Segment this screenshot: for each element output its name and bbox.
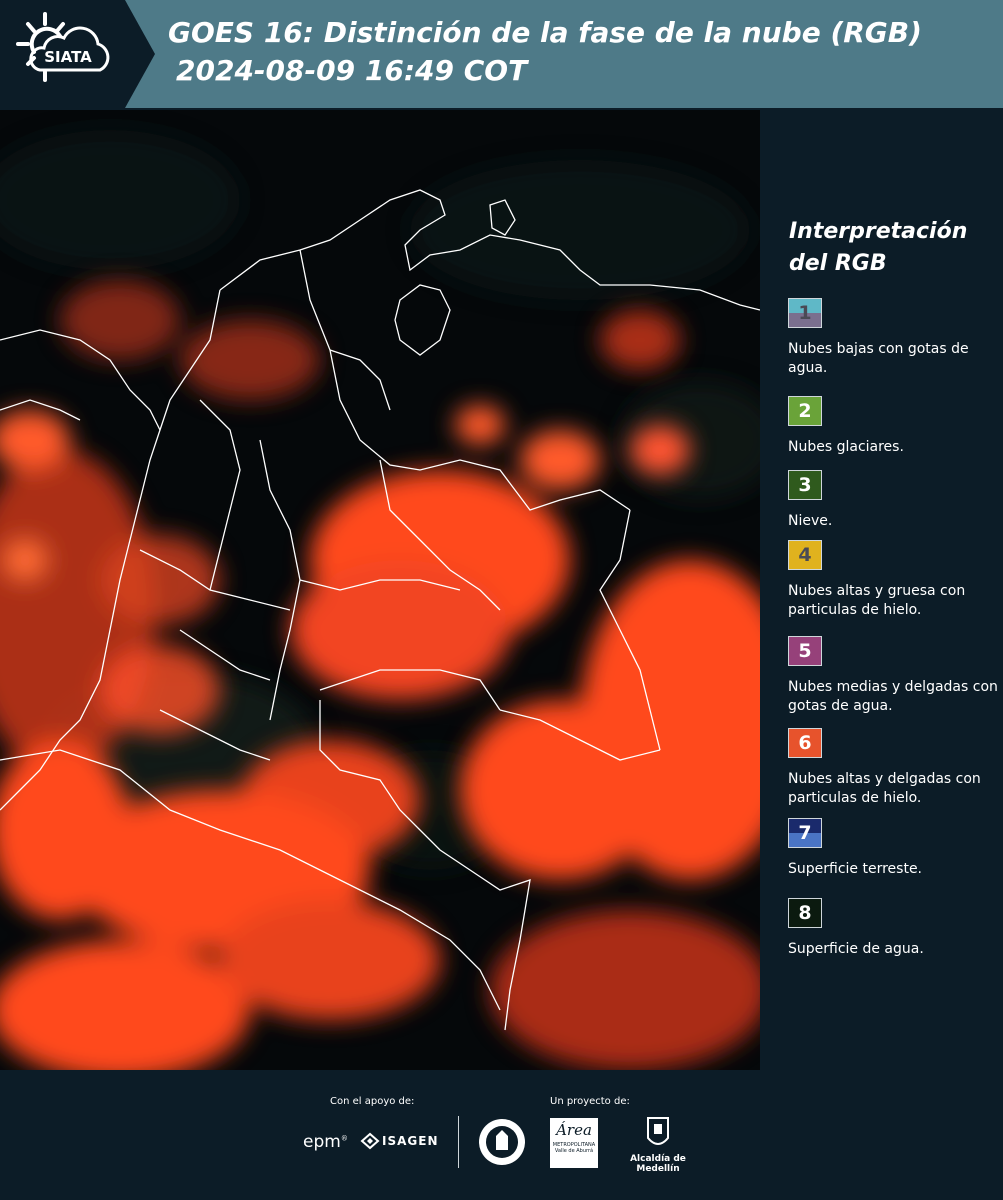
legend-item-2: 2 Nubes glaciares. — [788, 396, 998, 457]
legend-swatch-3: 3 — [788, 470, 822, 500]
legend-label-3: Nieve. — [788, 513, 833, 529]
legend-label-4: Nubes altas y gruesa con particulas de h… — [788, 583, 966, 618]
legend-number-6: 6 — [798, 732, 812, 754]
legend-label-1: Nubes bajas con gotas de agua. — [788, 341, 969, 376]
legend-swatch-7: 7 — [788, 818, 822, 848]
legend-title-line-2: del RGB — [789, 251, 887, 276]
area-logo-sub2: Valle de Aburrá — [554, 1148, 594, 1154]
legend-number-3: 3 — [798, 474, 812, 496]
legend-item-4: 4 Nubes altas y gruesa con particulas de… — [788, 540, 998, 620]
legend-item-8: 8 Superficie de agua. — [788, 898, 998, 959]
footer: Con el apoyo de: Un proyecto de: epm® IS… — [0, 1072, 1003, 1200]
legend-number-5: 5 — [798, 640, 812, 662]
legend-item-6: 6 Nubes altas y delgadas con particulas … — [788, 728, 998, 808]
alcaldia-text: Alcaldía de Medellín — [630, 1154, 686, 1174]
legend-swatch-5: 5 — [788, 636, 822, 666]
header-bar: SIATA GOES 16: Distinción de la fase de … — [0, 0, 1003, 108]
satellite-map[interactable] — [0, 110, 760, 1070]
legend-number-4: 4 — [798, 544, 812, 566]
legend-swatch-6: 6 — [788, 728, 822, 758]
page-title: GOES 16: Distinción de la fase de la nub… — [168, 14, 922, 90]
medellin-shield-icon — [647, 1117, 669, 1145]
legend-label-5: Nubes medias y delgadas con gotas de agu… — [788, 679, 998, 714]
legend-item-7: 7 Superficie terreste. — [788, 818, 998, 879]
legend-title: Interpretación del RGB — [789, 216, 967, 280]
area-logo-main: Área — [556, 1121, 592, 1139]
legend-item-1: 1 Nubes bajas con gotas de agua. — [788, 298, 998, 378]
alcaldia-logo: Alcaldía de Medellín — [612, 1116, 704, 1174]
legend-number-8: 8 — [798, 902, 812, 924]
title-line-1: GOES 16: Distinción de la fase de la nub… — [168, 16, 922, 49]
legend-number-1: 1 — [798, 302, 812, 324]
legend-title-line-1: Interpretación — [789, 219, 968, 244]
legend-item-3: 3 Nieve. — [788, 470, 998, 531]
legend-panel: Interpretación del RGB 1 Nubes bajas con… — [762, 110, 1003, 1070]
area-metropolitana-logo: Área METROPOLITANA Valle de Aburrá — [550, 1118, 598, 1168]
satellite-image — [0, 110, 760, 1070]
legend-label-8: Superficie de agua. — [788, 941, 924, 957]
support-label: Con el apoyo de: — [330, 1096, 415, 1107]
isagen-logo: ISAGEN — [360, 1132, 438, 1150]
legend-item-5: 5 Nubes medias y delgadas con gotas de a… — [788, 636, 998, 716]
epm-logo: epm® — [303, 1132, 348, 1152]
project-label: Un proyecto de: — [550, 1096, 630, 1107]
legend-swatch-1: 1 — [788, 298, 822, 328]
legend-swatch-2: 2 — [788, 396, 822, 426]
legend-swatch-8: 8 — [788, 898, 822, 928]
epm-logo-text: epm — [303, 1132, 341, 1152]
title-line-2: 2024-08-09 16:49 COT — [176, 54, 528, 87]
legend-label-2: Nubes glaciares. — [788, 439, 904, 455]
isagen-logo-text: ISAGEN — [382, 1134, 439, 1148]
udea-seal-logo — [479, 1119, 525, 1165]
isagen-icon — [360, 1132, 380, 1150]
legend-label-7: Superficie terreste. — [788, 861, 923, 877]
legend-number-2: 2 — [798, 400, 812, 422]
logo-text: SIATA — [44, 48, 92, 66]
legend-label-6: Nubes altas y delgadas con particulas de… — [788, 771, 981, 806]
legend-number-7: 7 — [798, 822, 812, 844]
siata-logo-panel: SIATA — [0, 0, 155, 108]
legend-swatch-4: 4 — [788, 540, 822, 570]
footer-divider — [458, 1116, 459, 1168]
